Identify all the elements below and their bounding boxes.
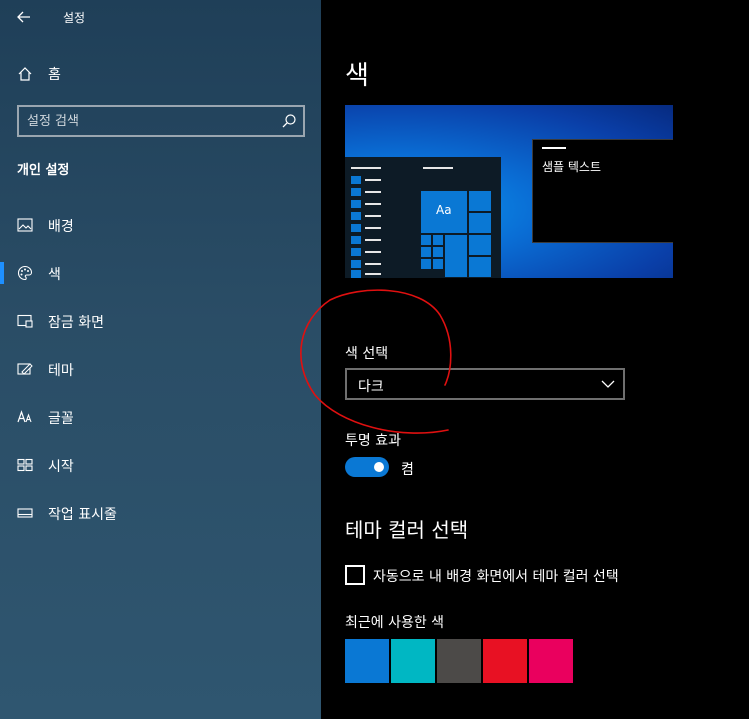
transparency-toggle[interactable] [345,457,389,477]
back-button[interactable] [10,5,38,29]
theme-preview: Aa 샘플 텍스트 [345,105,673,278]
preview-window: 샘플 텍스트 [532,139,673,243]
nav-home[interactable]: 홈 [0,58,321,90]
preview-sample-text: 샘플 텍스트 [542,160,602,174]
recent-colors-label: 최근에 사용한 색 [345,615,445,631]
sidebar-item-background[interactable]: 배경 [0,205,321,245]
lock-screen-icon [16,312,34,330]
preview-start-menu: Aa [345,157,501,278]
preview-line [351,167,381,169]
sidebar-item-label: 배경 [48,219,74,235]
sidebar-item-lock-screen[interactable]: 잠금 화면 [0,301,321,341]
main-content: 색 Aa 샘플 텍스트 색 선택 다크 투명 효과 켬 테마 컬러 선택 자동으… [321,0,749,719]
theme-icon [16,360,34,378]
search-input[interactable] [27,111,277,131]
sidebar-item-label: 잠금 화면 [48,315,104,331]
nav-home-label: 홈 [48,67,61,83]
preview-line [423,167,453,169]
sidebar-item-theme[interactable]: 테마 [0,349,321,389]
taskbar-icon [16,504,34,522]
transparency-state: 켬 [401,462,414,478]
recent-color-swatch[interactable] [391,639,435,683]
start-icon [16,456,34,474]
accent-heading: 테마 컬러 선택 [345,518,469,542]
sidebar-item-label: 시작 [48,459,74,475]
preview-tile-aa: Aa [421,191,467,233]
title-bar: 설정 [0,0,321,36]
section-title: 개인 설정 [17,163,70,178]
recent-color-swatch[interactable] [529,639,573,683]
page-title: 색 [345,61,369,91]
palette-icon [16,264,34,282]
color-choice-dropdown[interactable]: 다크 [345,368,625,400]
dropdown-value: 다크 [358,379,384,395]
sidebar-item-taskbar[interactable]: 작업 표시줄 [0,493,321,533]
search-box[interactable] [17,105,305,137]
sidebar: 설정 홈 개인 설정 배경 색 잠금 화면 [0,0,321,719]
auto-accent-checkbox[interactable] [345,565,365,585]
sidebar-item-label: 글꼴 [48,411,74,427]
image-icon [16,216,34,234]
sidebar-item-fonts[interactable]: 글꼴 [0,397,321,437]
back-arrow-icon [17,11,30,23]
sidebar-item-color[interactable]: 색 [0,253,321,293]
sidebar-item-label: 작업 표시줄 [48,507,117,523]
transparency-label: 투명 효과 [345,433,401,449]
active-indicator [0,262,4,284]
recent-color-swatch[interactable] [483,639,527,683]
recent-color-swatch[interactable] [345,639,389,683]
auto-accent-label[interactable]: 자동으로 내 배경 화면에서 테마 컬러 선택 [373,566,619,586]
color-choice-label: 색 선택 [345,346,389,362]
sidebar-item-start[interactable]: 시작 [0,445,321,485]
home-icon [16,65,34,83]
search-icon[interactable] [281,113,297,129]
app-title: 설정 [63,11,86,25]
sidebar-item-label: 색 [48,267,61,283]
sidebar-item-label: 테마 [48,363,74,379]
font-icon [16,408,34,426]
recent-color-swatch[interactable] [437,639,481,683]
toggle-knob [374,462,384,472]
chevron-down-icon [601,380,615,388]
